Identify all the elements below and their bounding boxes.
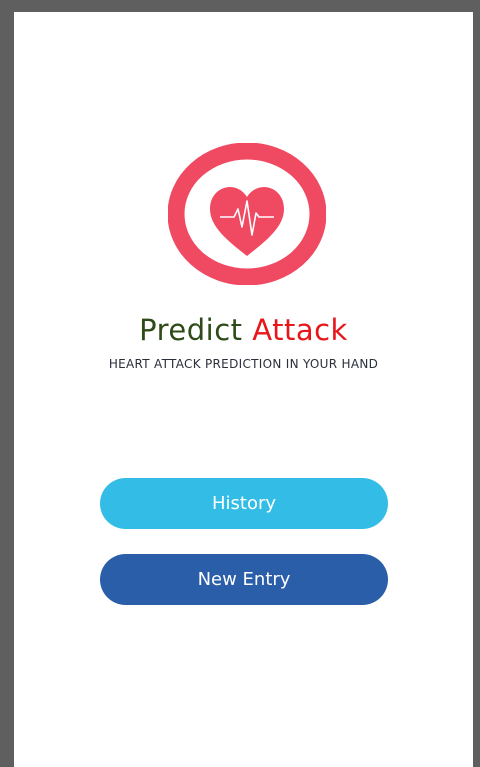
- app-screen: Predict Attack HEART ATTACK PREDICTION I…: [14, 12, 473, 767]
- device-frame: Predict Attack HEART ATTACK PREDICTION I…: [0, 0, 480, 767]
- app-title: Predict Attack: [14, 312, 473, 348]
- app-title-word-attack: Attack: [252, 313, 348, 347]
- heart-pulse-icon: [168, 143, 326, 285]
- new-entry-button[interactable]: New Entry: [100, 554, 388, 605]
- app-tagline: HEART ATTACK PREDICTION IN YOUR HAND: [108, 357, 379, 371]
- app-title-word-predict: Predict: [139, 313, 243, 347]
- history-button[interactable]: History: [100, 478, 388, 529]
